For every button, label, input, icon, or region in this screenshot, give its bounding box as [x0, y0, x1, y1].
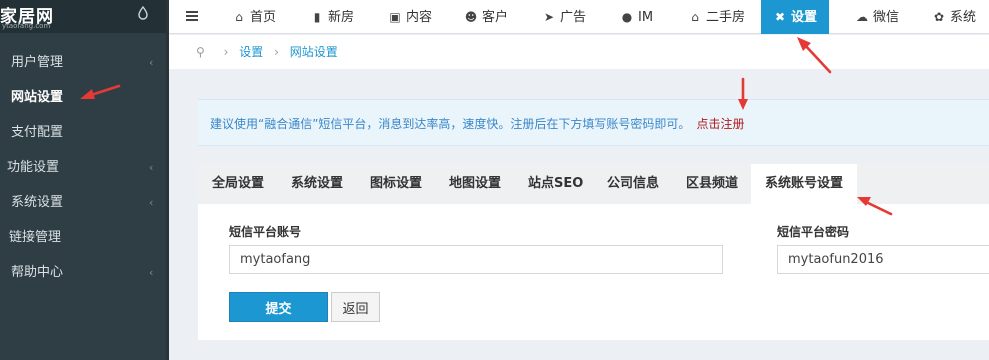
tab-district-channel[interactable]: 区县频道 [686, 164, 738, 204]
sidebar-item-site-settings[interactable]: 网站设置 [0, 80, 166, 115]
nav-label: 二手房 [706, 10, 746, 25]
nav-system[interactable]: ✿ 系统 [932, 0, 976, 34]
tab-icon-settings[interactable]: 图标设置 [370, 164, 422, 204]
sidebar-item-label: 功能设置 [7, 160, 60, 175]
nav-settings[interactable]: ✖ 设置 [761, 0, 830, 34]
tab-system-settings[interactable]: 系统设置 [291, 164, 343, 204]
sms-password-input[interactable] [777, 245, 989, 274]
breadcrumb: ⚲ › 设置 › 网站设置 [169, 35, 989, 69]
sidebar-item-user-management[interactable]: 用户管理 ‹ [0, 45, 166, 80]
sidebar-item-payment-config[interactable]: 支付配置 [0, 115, 166, 150]
breadcrumb-separator: › [223, 45, 229, 59]
building-icon: ▮ [313, 10, 321, 24]
register-link[interactable]: 点击注册 [696, 117, 744, 131]
nav-ads[interactable]: ➤ 广告 [542, 0, 586, 34]
breadcrumb-settings-link[interactable]: 设置 [239, 45, 263, 59]
chat-icon: ● [621, 10, 633, 24]
tab-global-settings[interactable]: 全局设置 [212, 164, 264, 204]
wechat-icon: ☁ [856, 10, 868, 24]
nav-label: IM [638, 10, 654, 25]
sidebar-item-link-management[interactable]: 链接管理 [0, 220, 166, 255]
location-pin-icon: ⚲ [196, 45, 205, 59]
content-icon: ▣ [389, 10, 401, 24]
sms-account-input[interactable] [229, 245, 723, 274]
nav-im[interactable]: ● IM [620, 0, 653, 34]
chevron-left-icon: ‹ [149, 56, 154, 69]
notice-text-wrapper: 建议使用“融合通信”短信平台，消息到达率高，速度快。注册后在下方填写账号密码即可… [210, 115, 744, 132]
chevron-left-icon: ‹ [149, 266, 154, 279]
sidebar-item-system-settings[interactable]: 系统设置 ‹ [0, 185, 166, 220]
sidebar-item-feature-settings[interactable]: 功能设置 ‹ [0, 150, 166, 185]
tab-system-account-settings[interactable]: 系统账号设置 [751, 164, 858, 204]
breadcrumb-separator: › [274, 45, 279, 59]
home-icon: ⌂ [691, 10, 699, 24]
sidebar-item-label: 支付配置 [11, 125, 64, 140]
sms-password-label: 短信平台密码 [777, 225, 850, 239]
back-button[interactable]: 返回 [331, 292, 380, 322]
sidebar-item-label: 系统设置 [11, 195, 64, 210]
nav-label: 新房 [328, 10, 355, 25]
settings-tabs: 全局设置 系统设置 图标设置 地图设置 站点SEO 公司信息 区县频道 系统账号… [198, 164, 989, 204]
nav-label: 广告 [560, 10, 587, 25]
nav-label: 设置 [791, 10, 818, 25]
nav-label: 微信 [873, 10, 900, 25]
tab-company-info[interactable]: 公司信息 [607, 164, 659, 204]
send-icon: ➤ [543, 10, 555, 24]
home-icon: ⌂ [235, 10, 243, 24]
nav-wechat[interactable]: ☁ 微信 [855, 0, 899, 34]
nav-second-hand[interactable]: ⌂ 二手房 [688, 0, 745, 34]
logo[interactable]: 家居网 ytaofang.com [0, 0, 166, 33]
chevron-left-icon: ‹ [149, 196, 154, 209]
breadcrumb-site-settings-link[interactable]: 网站设置 [290, 45, 338, 59]
nav-label: 内容 [406, 10, 433, 25]
submit-button[interactable]: 提交 [229, 292, 328, 322]
logo-subtext: ytaofang.com [2, 22, 51, 30]
sidebar: 家居网 ytaofang.com 用户管理 ‹ 网站设置 支付配置 功能设置 ‹ 系… [0, 0, 169, 360]
sidebar-menu: 用户管理 ‹ 网站设置 支付配置 功能设置 ‹ 系统设置 ‹ 链接管理 帮助中心 ‹ [0, 45, 166, 290]
users-icon: ☻ [464, 10, 478, 24]
sidebar-item-help-center[interactable]: 帮助中心 ‹ [0, 255, 166, 290]
nav-label: 客户 [482, 10, 509, 25]
nav-label: 首页 [250, 10, 277, 25]
gear-icon: ✿ [933, 10, 945, 24]
nav-label: 系统 [950, 10, 977, 25]
nav-content[interactable]: ▣ 内容 [388, 0, 432, 34]
droplet-icon[interactable] [138, 6, 148, 20]
settings-icon: ✖ [774, 10, 786, 24]
menu-toggle-icon[interactable] [186, 11, 198, 21]
top-navigation: ⌂ 首页 ▮ 新房 ▣ 内容 ☻ 客户 ➤ 广告 ● IM ⌂ 二手房 ✖ 设置 ☁ 微信 ✿ 系统 [169, 0, 989, 34]
nav-customers[interactable]: ☻ 客户 [464, 0, 508, 34]
info-notice: 建议使用“融合通信”短信平台，消息到达率高，速度快。注册后在下方填写账号密码即可… [198, 99, 989, 146]
nav-home[interactable]: ⌂ 首页 [232, 0, 276, 34]
sidebar-item-label: 帮助中心 [11, 265, 64, 280]
tab-site-seo[interactable]: 站点SEO [528, 164, 583, 204]
notice-text: 建议使用“融合通信”短信平台，消息到达率高，速度快。注册后在下方填写账号密码即可… [210, 117, 691, 131]
nav-new-homes[interactable]: ▮ 新房 [310, 0, 354, 34]
sidebar-item-label: 网站设置 [11, 90, 64, 105]
sidebar-item-label: 用户管理 [11, 55, 64, 70]
chevron-left-icon: ‹ [149, 161, 154, 174]
tab-map-settings[interactable]: 地图设置 [449, 164, 501, 204]
form-panel: 短信平台账号 短信平台密码 提交 返回 [198, 204, 989, 340]
sms-account-label: 短信平台账号 [229, 225, 302, 239]
sidebar-item-label: 链接管理 [9, 230, 62, 245]
